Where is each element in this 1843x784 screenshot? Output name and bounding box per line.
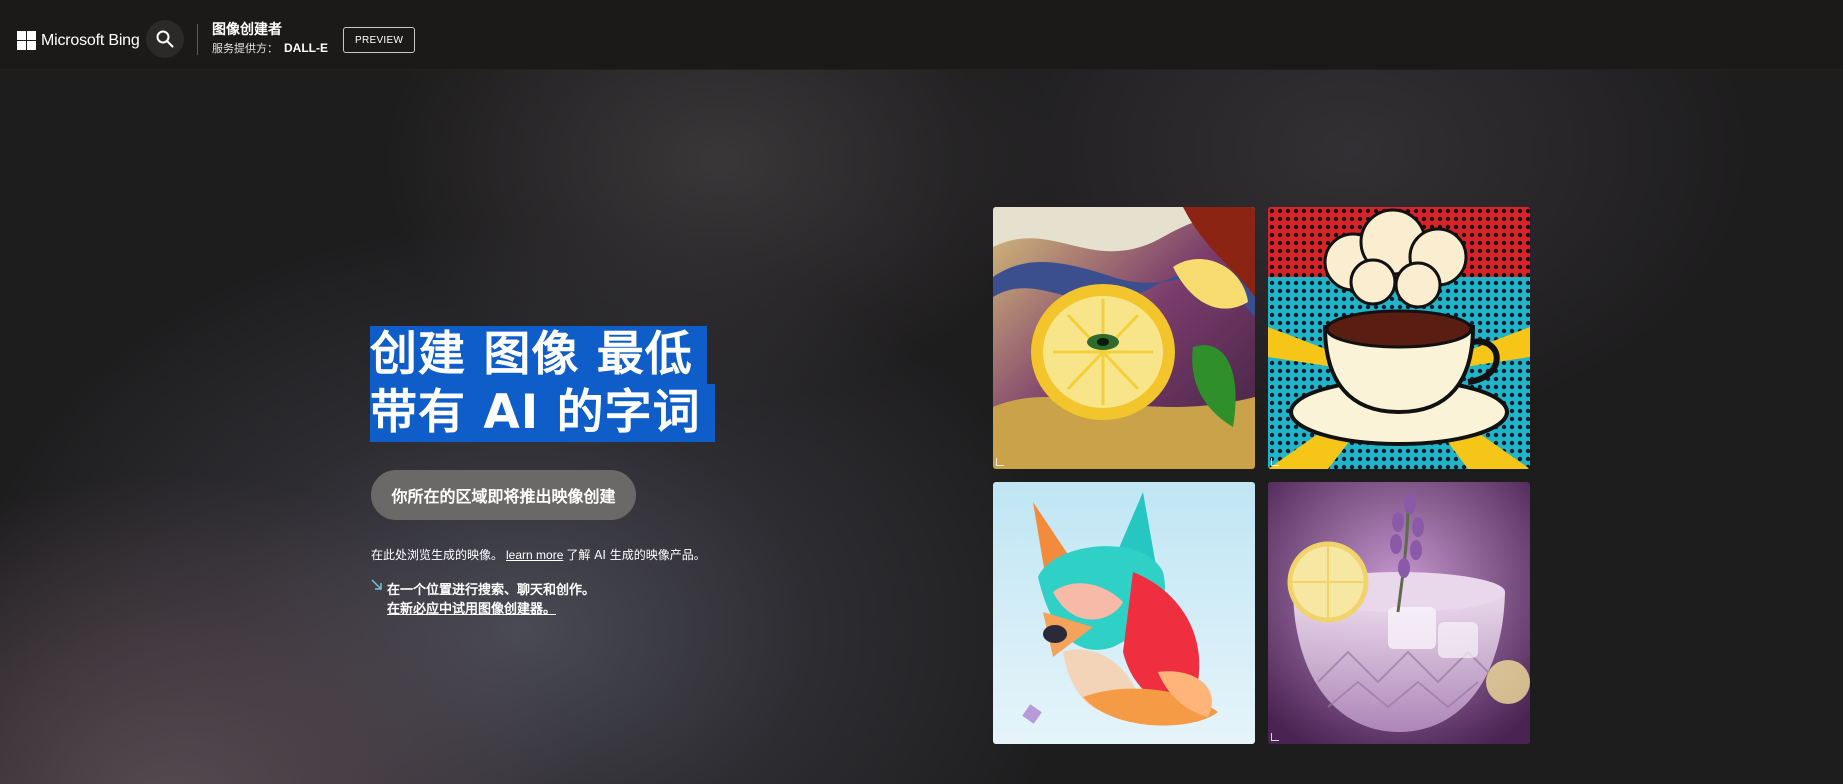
paper-fox-image bbox=[993, 482, 1255, 744]
lavender-drink-image bbox=[1268, 482, 1530, 744]
sample-image-fox[interactable] bbox=[993, 482, 1255, 744]
search-icon bbox=[156, 30, 174, 48]
image-badge-icon bbox=[996, 458, 1004, 466]
pop-art-coffee-image bbox=[1268, 207, 1530, 469]
preview-badge: PREVIEW bbox=[343, 27, 416, 53]
image-badge-icon bbox=[1271, 733, 1279, 741]
sample-image-drink[interactable] bbox=[1268, 482, 1530, 744]
sample-image-lemon[interactable] bbox=[993, 207, 1255, 469]
sample-image-coffee[interactable] bbox=[1268, 207, 1530, 469]
provider-line: 服务提供方： DALL-E bbox=[212, 41, 328, 55]
page-headline: 创建 图像 最低 带有 AI 的字词 bbox=[370, 326, 715, 442]
hero-background bbox=[0, 70, 1843, 784]
headline-line-2: 带有 AI 的字词 bbox=[370, 384, 715, 442]
info-text-before: 在此处浏览生成的映像。 bbox=[371, 548, 504, 562]
microsoft-logo-icon bbox=[17, 31, 36, 50]
provider-label: 服务提供方： bbox=[212, 41, 278, 55]
top-header: Microsoft Bing 图像创建者 服务提供方： DALL-E PREVIE… bbox=[0, 0, 1843, 70]
headline-line-1: 创建 图像 最低 bbox=[370, 326, 707, 384]
info-text-after: 了解 AI 生成的映像产品。 bbox=[566, 548, 706, 562]
promo-text: 在一个位置进行搜索、聊天和创作。 bbox=[387, 583, 596, 598]
header-divider bbox=[197, 24, 198, 55]
learn-more-link[interactable]: learn more bbox=[506, 548, 563, 562]
image-badge-icon bbox=[1271, 458, 1279, 466]
lemon-painting-image bbox=[993, 207, 1255, 469]
region-coming-soon-button[interactable]: 你所在的区域即将推出映像创建 bbox=[371, 470, 636, 520]
bing-brand[interactable]: Microsoft Bing bbox=[17, 31, 140, 50]
info-line: 在此处浏览生成的映像。 learn more 了解 AI 生成的映像产品。 bbox=[371, 546, 706, 563]
product-title[interactable]: 图像创建者 bbox=[212, 22, 328, 39]
provider-name: DALL-E bbox=[284, 40, 328, 55]
brand-name: Microsoft Bing bbox=[41, 31, 140, 49]
try-image-creator-link[interactable]: 在新必应中试用图像创建器。 bbox=[387, 598, 556, 617]
arrow-down-right-icon bbox=[371, 579, 382, 590]
search-button[interactable] bbox=[146, 20, 184, 58]
product-info: 图像创建者 服务提供方： DALL-E bbox=[212, 22, 328, 55]
